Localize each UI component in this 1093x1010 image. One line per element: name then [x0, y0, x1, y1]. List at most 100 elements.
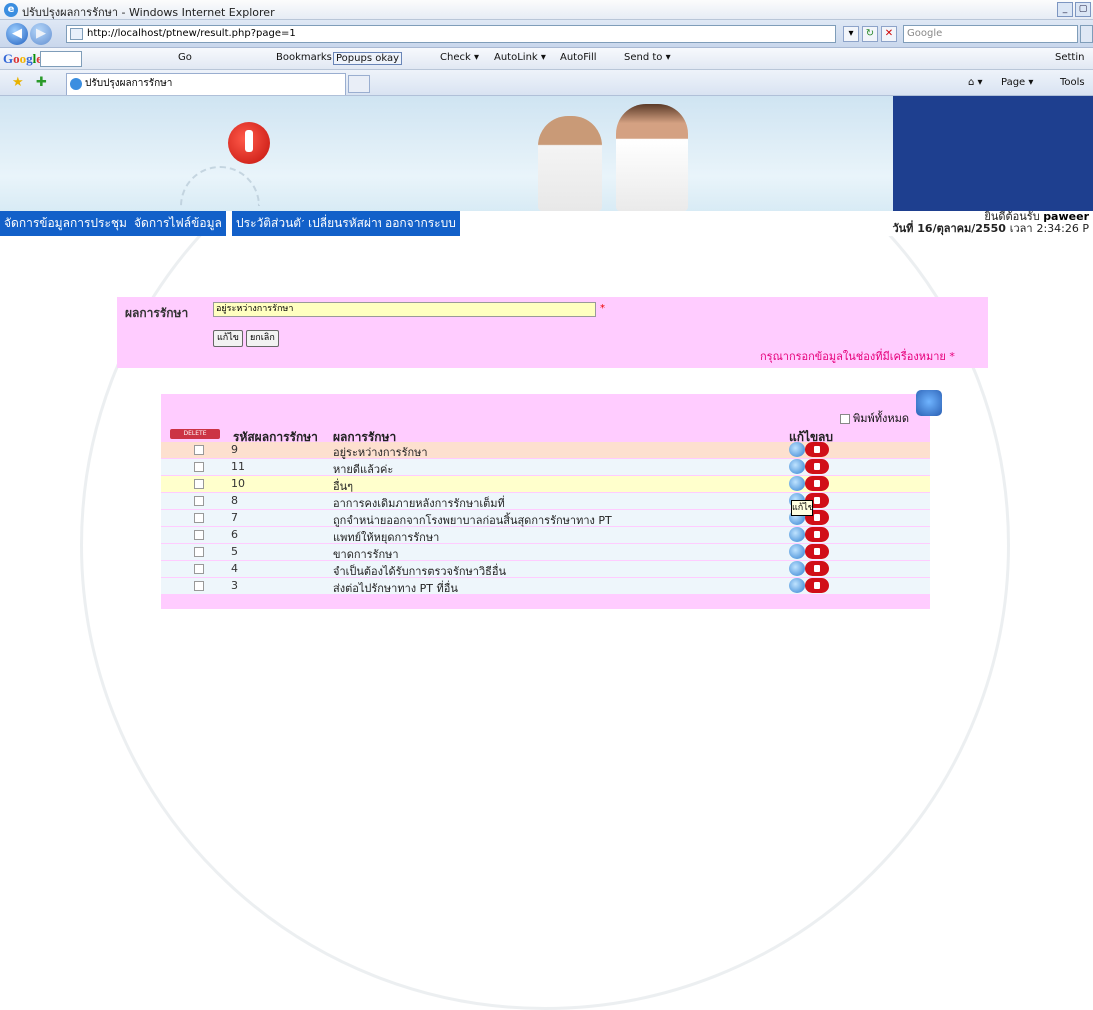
delete-icon[interactable]: [805, 459, 829, 474]
stop-icon[interactable]: ✕: [881, 26, 897, 42]
required-mark: *: [600, 303, 605, 314]
new-tab-button[interactable]: [348, 75, 370, 93]
row-code: 11: [231, 460, 245, 473]
table-row: 4 จำเป็นต้องได้รับการตรวจรักษาวิธีอื่น: [161, 561, 930, 578]
url-text: http://localhost/ptnew/result.php?page=1: [87, 28, 296, 39]
forward-button[interactable]: ▶: [30, 23, 52, 45]
address-bar: ◀ ▶ http://localhost/ptnew/result.php?pa…: [0, 20, 1093, 48]
back-button[interactable]: ◀: [6, 23, 28, 45]
search-input[interactable]: Google: [903, 25, 1078, 43]
browser-tab[interactable]: ปรับปรุงผลการรักษา: [66, 73, 346, 95]
edit-button[interactable]: แก้ไข: [213, 330, 243, 347]
edit-globe-icon[interactable]: [789, 578, 805, 593]
bookmarks-menu[interactable]: Bookmarks ▾: [276, 52, 340, 63]
add-favorites-icon[interactable]: ✚: [36, 75, 47, 90]
google-toolbar: Google Go Bookmarks ▾ Popups okay Check …: [0, 48, 1093, 70]
send-to-menu[interactable]: Send to ▾: [624, 52, 671, 63]
page-icon: [70, 28, 83, 40]
printer-icon[interactable]: [916, 390, 942, 416]
tab-title: ปรับปรุงผลการรักษา: [85, 78, 173, 89]
edit-globe-icon[interactable]: [789, 527, 805, 542]
google-search-field[interactable]: [40, 51, 82, 67]
url-dropdown-icon[interactable]: ▾: [843, 26, 859, 42]
search-icon[interactable]: [1080, 25, 1093, 43]
delete-icon[interactable]: [805, 544, 829, 559]
delete-icon[interactable]: [805, 578, 829, 593]
edit-globe-icon[interactable]: [789, 544, 805, 559]
home-icon[interactable]: ⌂ ▾: [968, 77, 983, 88]
row-checkbox[interactable]: [194, 479, 204, 489]
table-row: 6 แพทย์ให้หยุดการรักษา: [161, 527, 930, 544]
welcome-info: ยินดีต้อนรับ paweer วันที่ 16/ตุลาคม/255…: [892, 211, 1089, 235]
tab-ie-icon: [70, 78, 82, 90]
site-banner: [0, 96, 1093, 211]
print-all-label: พิมพ์ทั้งหมด: [853, 412, 910, 425]
banner-block: [893, 96, 1093, 211]
menu-change-password[interactable]: เปลี่ยนรหัสผ่าน: [304, 211, 392, 236]
edit-tooltip: แก้ไข: [791, 500, 814, 516]
delete-icon[interactable]: [805, 476, 829, 491]
result-label: ผลการรักษา: [125, 306, 189, 320]
time-label: เวลา: [1009, 222, 1033, 235]
tools-menu[interactable]: Tools: [1060, 77, 1085, 88]
row-result: ส่งต่อไปรักษาทาง PT ที่อื่น: [333, 582, 458, 595]
row-checkbox[interactable]: [194, 496, 204, 506]
row-checkbox[interactable]: [194, 513, 204, 523]
menu-meeting-data[interactable]: จัดการข้อมูลการประชุม: [0, 211, 133, 236]
settings-button[interactable]: Settin: [1055, 52, 1084, 63]
print-all-checkbox[interactable]: [840, 414, 850, 424]
table-row: 5 ขาดการรักษา: [161, 544, 930, 561]
delete-icon[interactable]: [805, 561, 829, 576]
doctor-image: [616, 104, 688, 211]
check-menu[interactable]: Check ▾: [440, 52, 479, 63]
row-code: 8: [231, 494, 238, 507]
menu-manage-files[interactable]: จัดการไฟล์ข้อมูล: [130, 211, 228, 236]
print-all[interactable]: พิมพ์ทั้งหมด: [840, 409, 909, 427]
table-row: 11 หายดีแล้วค่ะ: [161, 459, 930, 476]
row-checkbox[interactable]: [194, 445, 204, 455]
time-value: 2:34:26 P: [1036, 222, 1089, 235]
row-checkbox[interactable]: [194, 462, 204, 472]
edit-globe-icon[interactable]: [789, 476, 805, 491]
stethoscope-graphic: [180, 166, 260, 206]
window-title: ปรับปรุงผลการรักษา - Windows Internet Ex…: [22, 6, 275, 19]
row-code: 6: [231, 528, 238, 541]
row-checkbox[interactable]: [194, 530, 204, 540]
go-button[interactable]: Go: [178, 52, 192, 63]
cancel-button[interactable]: ยกเลิก: [246, 330, 279, 347]
result-input[interactable]: อยู่ระหว่างการรักษา: [213, 302, 596, 317]
nurse-image: [538, 116, 602, 211]
edit-globe-icon[interactable]: [789, 442, 805, 457]
autofill-button[interactable]: AutoFill: [560, 52, 597, 63]
ie-logo-icon: e: [4, 3, 18, 17]
table-row: 3 ส่งต่อไปรักษาทาง PT ที่อื่น: [161, 578, 930, 595]
popups-okay-button[interactable]: Popups okay: [333, 52, 402, 65]
row-code: 7: [231, 511, 238, 524]
tab-bar: ★ ✚ ปรับปรุงผลการรักษา ⌂ ▾ Page ▾ Tools: [0, 70, 1093, 96]
favorites-star-icon[interactable]: ★: [12, 75, 24, 90]
row-checkbox[interactable]: [194, 581, 204, 591]
page-menu[interactable]: Page ▾: [1001, 77, 1033, 88]
autolink-menu[interactable]: AutoLink ▾: [494, 52, 546, 63]
site-logo: [228, 122, 270, 164]
row-checkbox[interactable]: [194, 547, 204, 557]
table-row: 10 อื่นๆ: [161, 476, 930, 493]
delete-icon[interactable]: [805, 527, 829, 542]
table-row: 9 อยู่ระหว่างการรักษา: [161, 442, 930, 459]
menu-profile[interactable]: ประวัติส่วนตัว: [232, 211, 314, 236]
edit-globe-icon[interactable]: [789, 561, 805, 576]
restore-icon[interactable]: ▢: [1075, 2, 1091, 17]
row-checkbox[interactable]: [194, 564, 204, 574]
delete-selected-button[interactable]: DELETE: [170, 429, 220, 439]
url-field[interactable]: http://localhost/ptnew/result.php?page=1: [66, 25, 836, 43]
minimize-icon[interactable]: _: [1057, 2, 1073, 17]
menu-logout[interactable]: ออกจากระบบ: [381, 211, 462, 236]
window-titlebar: e ปรับปรุงผลการรักษา - Windows Internet …: [0, 0, 1093, 20]
refresh-icon[interactable]: ↻: [862, 26, 878, 42]
row-code: 3: [231, 579, 238, 592]
date-label: วันที่: [892, 222, 914, 235]
delete-icon[interactable]: [805, 442, 829, 457]
row-code: 9: [231, 443, 238, 456]
edit-globe-icon[interactable]: [789, 459, 805, 474]
row-code: 5: [231, 545, 238, 558]
